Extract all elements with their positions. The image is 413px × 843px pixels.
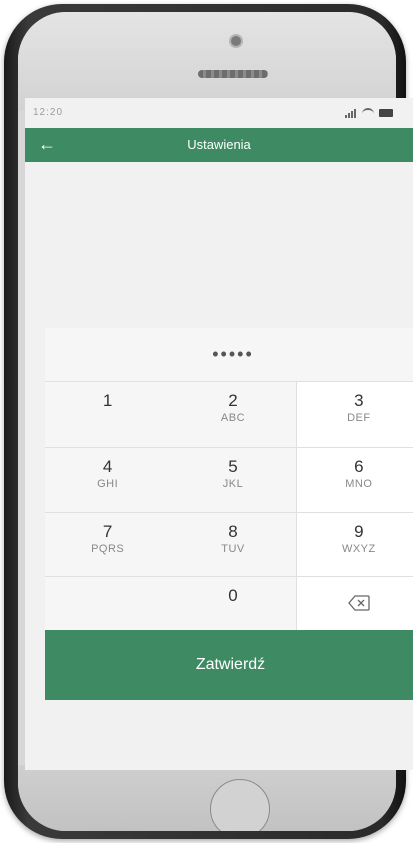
key-4[interactable]: 4 GHI xyxy=(45,446,171,512)
key-letters: ABC xyxy=(220,412,246,424)
camera-icon xyxy=(229,34,243,48)
phone-top-bezel xyxy=(18,12,396,110)
key-letters: JKL xyxy=(222,477,244,490)
key-digit: 9 xyxy=(354,521,364,541)
numeric-keypad: 1 2 ABC 3 DEF 4 GHI 5 JKL 6 MNO 7 PQRS 8 xyxy=(45,382,413,641)
key-digit: 6 xyxy=(354,456,364,476)
home-button[interactable] xyxy=(210,779,270,831)
key-digit: 1 xyxy=(102,391,113,410)
battery-icon xyxy=(379,109,393,117)
app-bar: ← Ustawienia xyxy=(25,128,413,162)
key-letters: MNO xyxy=(345,477,373,490)
pin-display: ••••• xyxy=(45,328,413,382)
key-7[interactable]: 7 PQRS xyxy=(45,511,171,577)
confirm-button[interactable]: Zatwierdź xyxy=(45,630,413,700)
key-5[interactable]: 5 JKL xyxy=(170,446,296,512)
key-digit: 7 xyxy=(102,521,113,541)
key-digit: 0 xyxy=(228,586,238,606)
key-letters: DEF xyxy=(347,412,371,424)
key-3[interactable]: 3 DEF xyxy=(295,382,413,447)
status-icons xyxy=(345,108,393,118)
key-letters: PQRS xyxy=(91,542,125,555)
status-bar: 12:20 xyxy=(25,98,413,128)
speaker-grille xyxy=(198,70,268,78)
key-digit: 4 xyxy=(102,456,113,476)
pin-masked-value: ••••• xyxy=(212,344,254,364)
signal-icon xyxy=(345,108,357,118)
key-2[interactable]: 2 ABC xyxy=(170,382,295,447)
phone-bottom-bezel xyxy=(18,765,396,831)
key-digit: 2 xyxy=(228,391,238,410)
key-digit: 5 xyxy=(228,456,238,476)
key-letters: WXYZ xyxy=(341,542,376,555)
status-time: 12:20 xyxy=(33,107,64,118)
app-screen: 12:20 ← Ustawienia ••••• 1 2 ABC 3 DEF 4 xyxy=(25,98,413,770)
key-digit: 8 xyxy=(228,521,238,541)
key-6[interactable]: 6 MNO xyxy=(295,446,413,512)
backspace-icon xyxy=(347,595,370,611)
key-letters: TUV xyxy=(221,542,245,555)
key-1[interactable]: 1 xyxy=(45,382,170,447)
key-letters: GHI xyxy=(97,477,119,490)
page-title: Ustawienia xyxy=(187,137,251,152)
wifi-icon xyxy=(362,108,374,118)
key-8[interactable]: 8 TUV xyxy=(170,511,296,577)
key-digit: 3 xyxy=(354,391,364,410)
key-9[interactable]: 9 WXYZ xyxy=(295,511,413,577)
